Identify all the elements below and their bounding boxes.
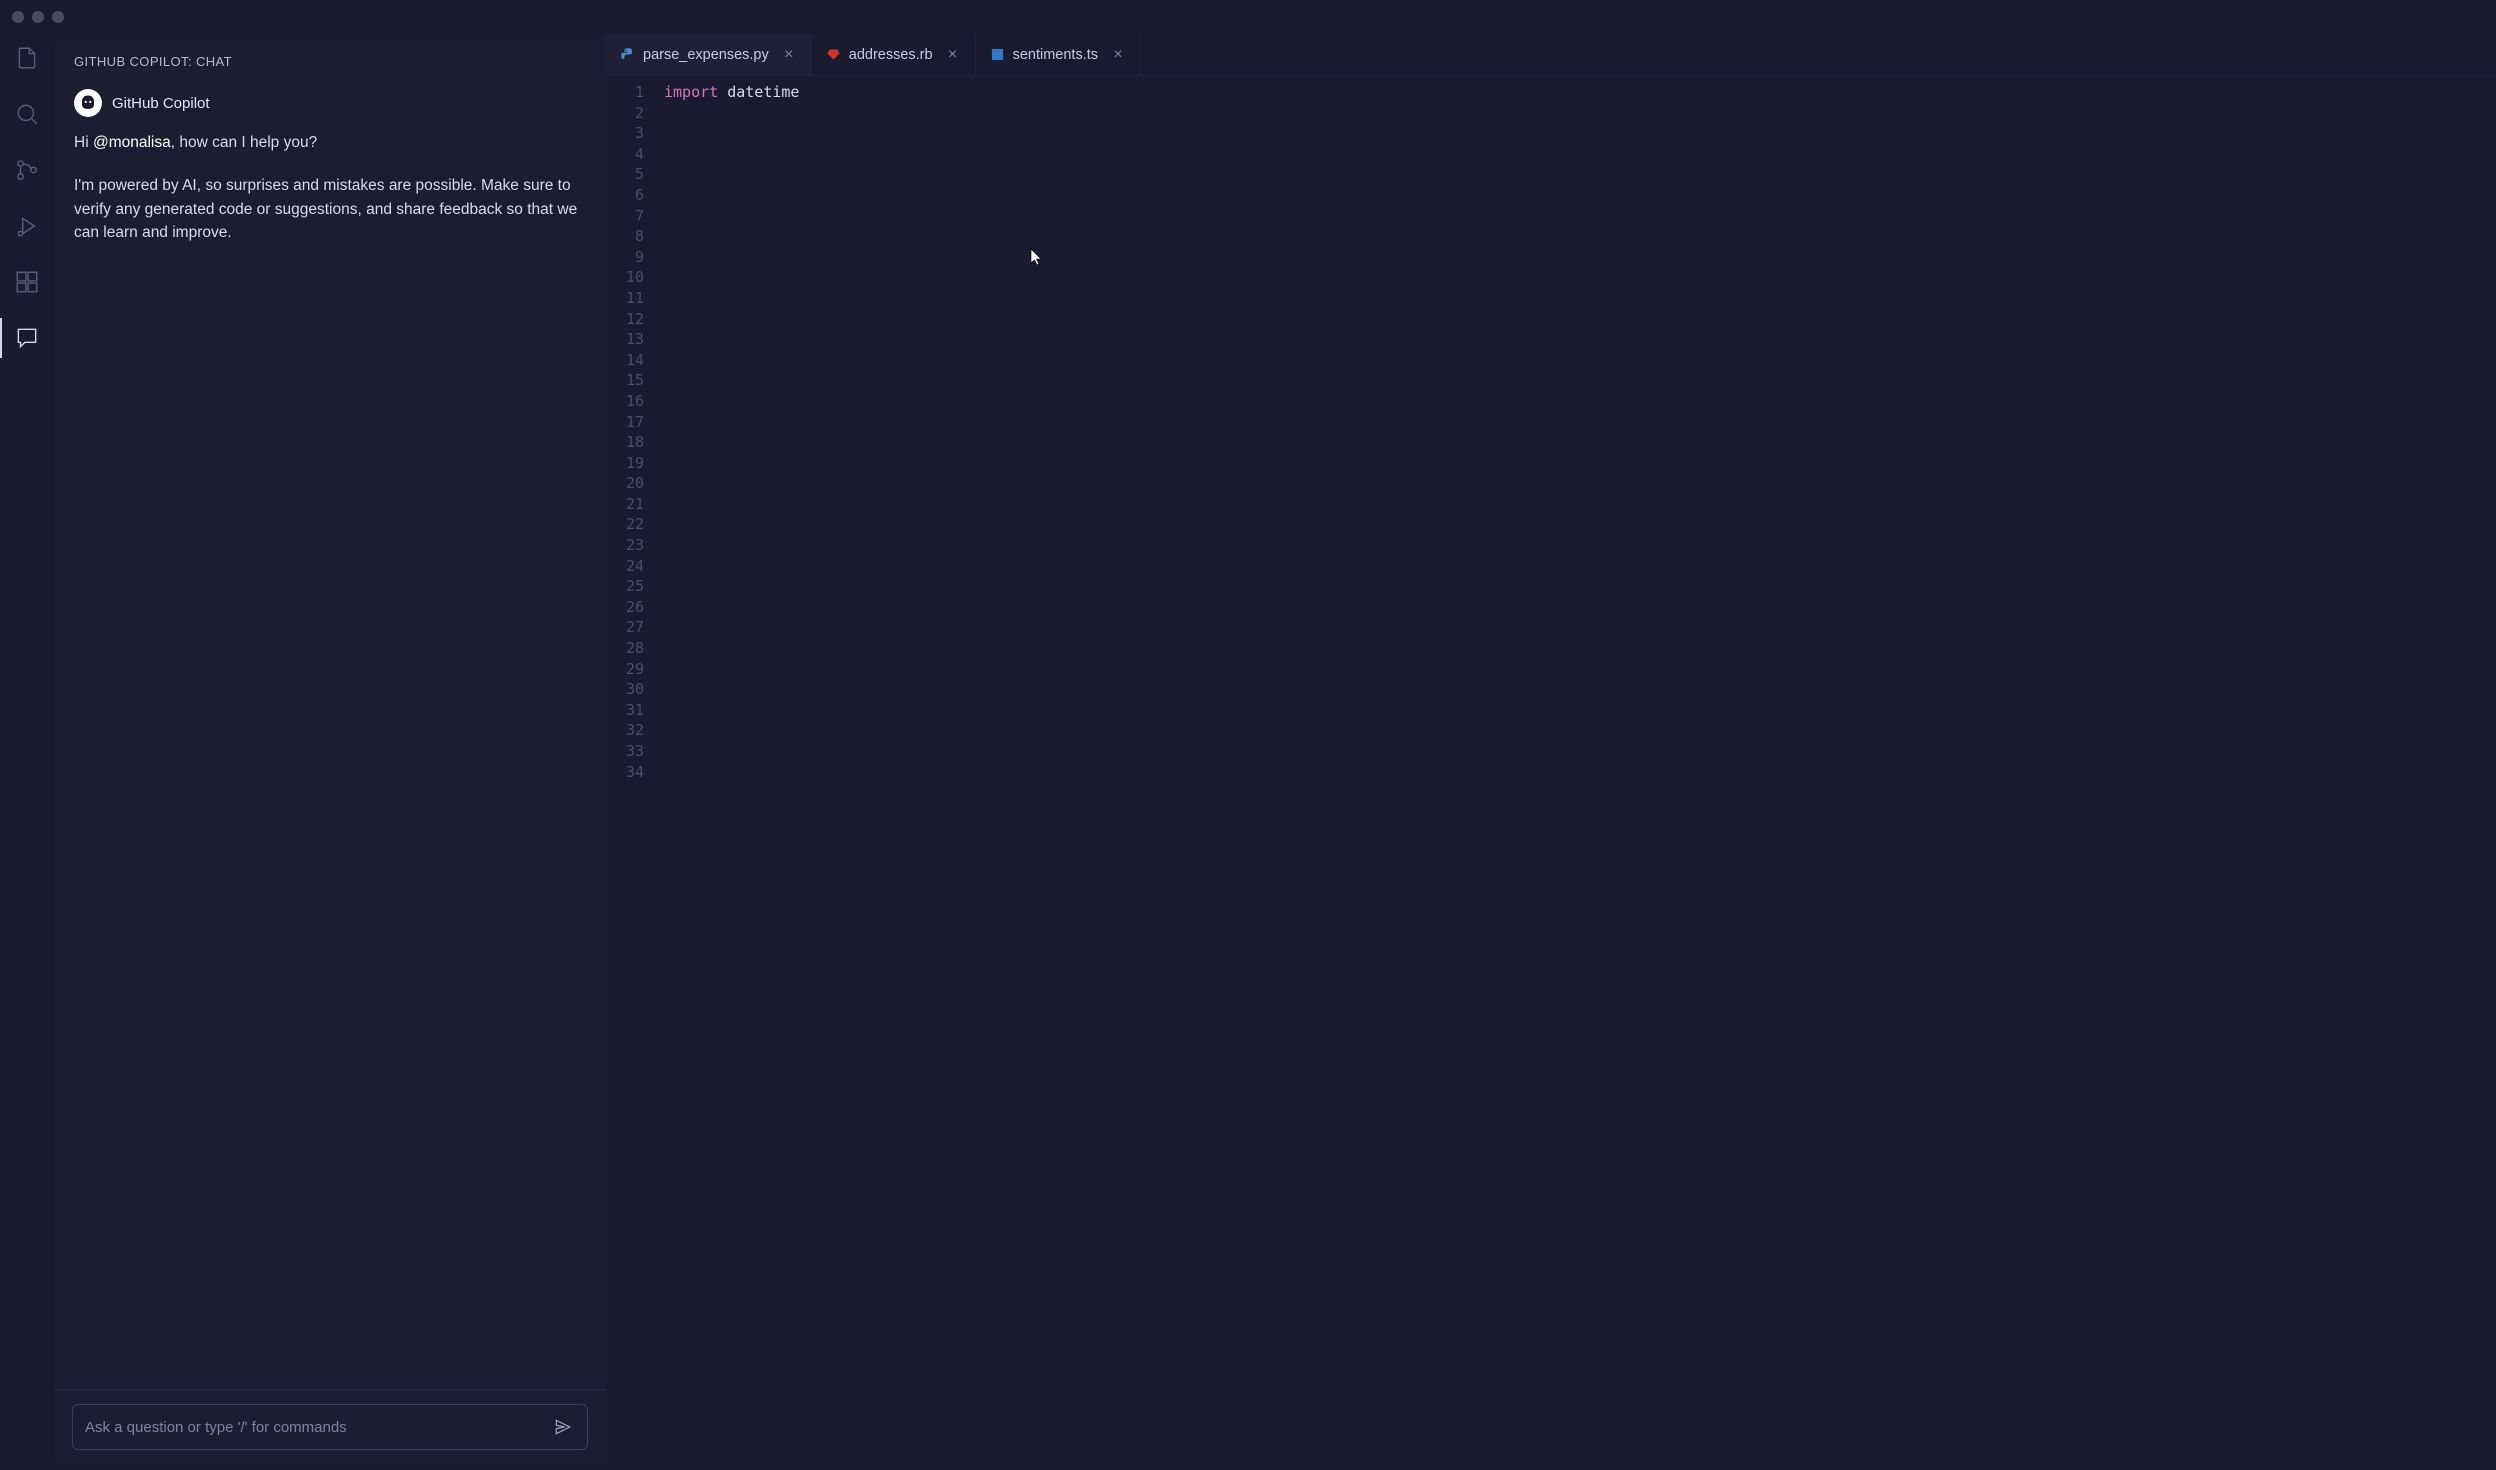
- close-icon[interactable]: ×: [781, 47, 797, 63]
- tab-label: sentiments.ts: [1013, 47, 1098, 63]
- close-icon[interactable]: ×: [1110, 47, 1126, 63]
- editor-group: parse_expenses.py × addresses.rb × senti…: [606, 34, 2496, 1470]
- panel-title: GITHUB COPILOT: CHAT: [54, 36, 606, 83]
- chat-input[interactable]: [85, 1419, 551, 1436]
- code-editor[interactable]: 1234567891011121314151617181920212223242…: [606, 76, 2496, 1470]
- traffic-light-zoom[interactable]: [52, 11, 64, 23]
- chat-greeting: Hi @monalisa, how can I help you?: [74, 131, 586, 154]
- chat-icon[interactable]: [13, 324, 41, 352]
- activity-bar: [0, 34, 54, 1470]
- ruby-icon: [826, 47, 841, 62]
- typescript-icon: [990, 47, 1005, 62]
- tab-sentiments[interactable]: sentiments.ts ×: [976, 34, 1141, 75]
- window-titlebar: [0, 0, 2496, 34]
- python-icon: [620, 47, 635, 62]
- copilot-chat-panel: GITHUB COPILOT: CHAT GitHub Copilot Hi @…: [54, 36, 606, 1468]
- extensions-icon[interactable]: [13, 268, 41, 296]
- chat-input-container: [72, 1404, 588, 1450]
- send-button[interactable]: [551, 1415, 575, 1439]
- tab-parse-expenses[interactable]: parse_expenses.py ×: [606, 34, 812, 75]
- code-lines[interactable]: import datetime: [664, 82, 2496, 1470]
- line-number-gutter: 1234567891011121314151617181920212223242…: [606, 82, 664, 1470]
- search-icon[interactable]: [13, 100, 41, 128]
- user-mention: @monalisa: [93, 134, 171, 151]
- editor-tabs: parse_expenses.py × addresses.rb × senti…: [606, 34, 2496, 76]
- chat-scroll-area[interactable]: GitHub Copilot Hi @monalisa, how can I h…: [54, 83, 606, 1390]
- tab-label: parse_expenses.py: [643, 47, 769, 63]
- chat-disclaimer: I'm powered by AI, so surprises and mist…: [74, 174, 586, 244]
- source-control-icon[interactable]: [13, 156, 41, 184]
- tab-label: addresses.rb: [849, 47, 933, 63]
- close-icon[interactable]: ×: [945, 47, 961, 63]
- explorer-icon[interactable]: [13, 44, 41, 72]
- agent-name: GitHub Copilot: [112, 95, 210, 112]
- copilot-avatar-icon: [74, 89, 102, 117]
- traffic-light-close[interactable]: [12, 11, 24, 23]
- traffic-light-minimize[interactable]: [32, 11, 44, 23]
- run-debug-icon[interactable]: [13, 212, 41, 240]
- tab-addresses[interactable]: addresses.rb ×: [812, 34, 976, 75]
